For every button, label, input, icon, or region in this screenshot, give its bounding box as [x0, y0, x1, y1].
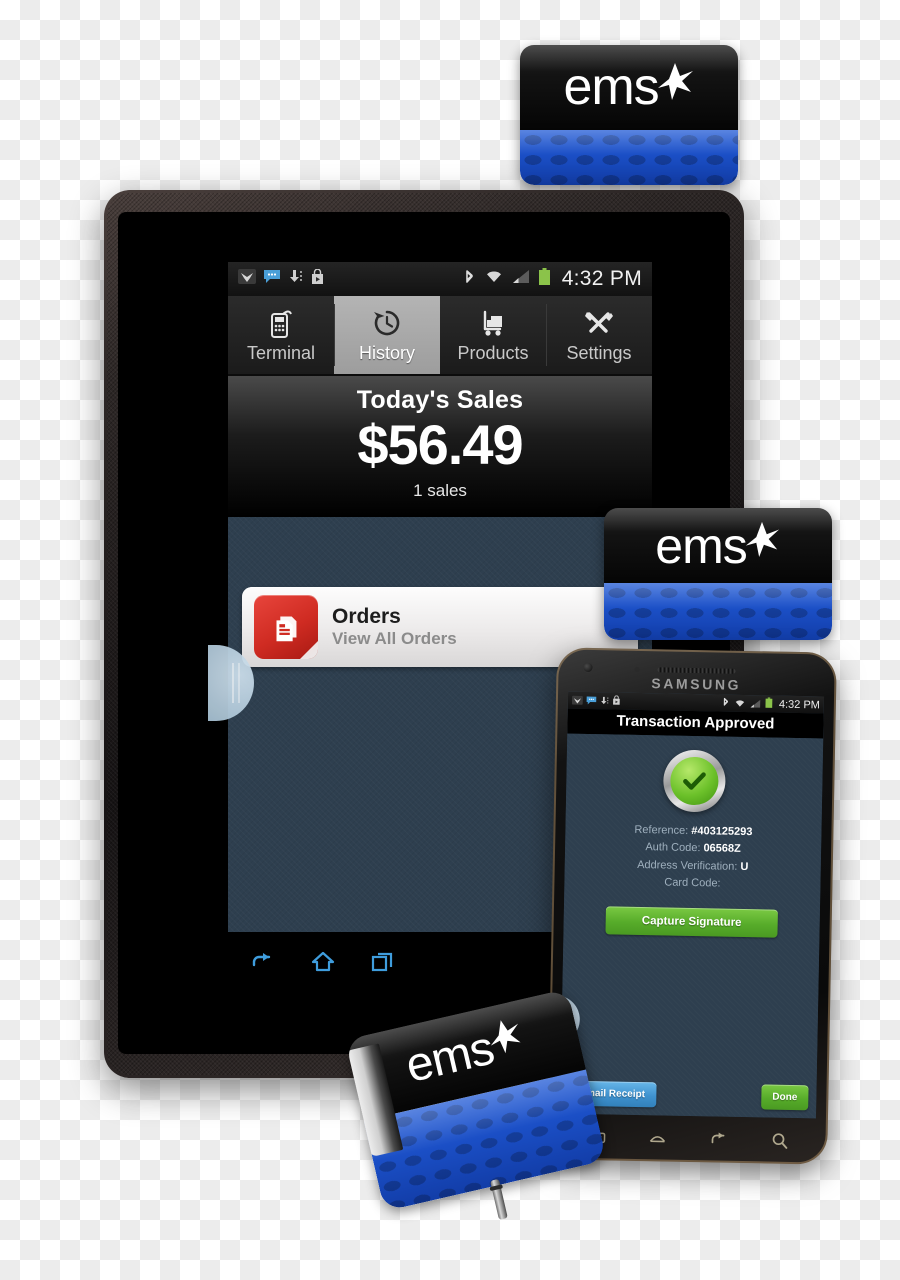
capture-signature-button[interactable]: Capture Signature [605, 906, 779, 938]
tab-terminal[interactable]: Terminal [228, 296, 334, 374]
ems-logo-text: ems [563, 57, 659, 116]
battery-icon [538, 267, 551, 291]
sales-amount: $56.49 [357, 413, 523, 476]
transaction-result-body: Reference: #403125293 Auth Code: 06568Z … [559, 733, 824, 1119]
card-terminal-icon [264, 306, 298, 340]
home-icon[interactable] [310, 949, 336, 975]
sms-message-icon [586, 692, 597, 710]
sales-count: 1 sales [413, 481, 467, 500]
tools-wrench-icon [582, 306, 616, 340]
approved-status-wrap [574, 748, 815, 815]
reader-body: ems [520, 45, 738, 185]
earpiece-grille [657, 667, 736, 674]
ems-card-reader-top: ems [520, 45, 738, 185]
cellular-signal-icon [512, 269, 530, 289]
tab-terminal-label: Terminal [246, 343, 316, 363]
ems-logo: ems [655, 517, 780, 574]
tablet-tab-bar: Terminal History Products Settings [228, 296, 652, 376]
tab-history-label: History [358, 343, 415, 363]
sales-title: Today's Sales [356, 386, 524, 414]
play-store-icon [612, 692, 621, 710]
phone-screen: 4:32 PM Transaction Approved Reference: … [559, 691, 825, 1119]
wifi-icon [484, 269, 504, 289]
bluetooth-icon [722, 694, 730, 712]
download-icon [600, 692, 609, 710]
bluetooth-icon [463, 268, 476, 291]
proximity-sensor-icon [634, 666, 640, 672]
tab-products[interactable]: Products [440, 296, 546, 374]
tab-history[interactable]: History [334, 296, 440, 374]
back-icon[interactable] [250, 949, 276, 975]
recent-apps-icon[interactable] [370, 949, 396, 975]
field-address-verification-label: Address Verification: [637, 858, 738, 873]
reader-body: ems [604, 508, 832, 640]
done-button[interactable]: Done [761, 1084, 809, 1111]
field-reference: Reference: #403125293 [634, 823, 752, 840]
ems-star-icon [655, 61, 695, 101]
ems-logo-text: ems [655, 517, 747, 574]
field-reference-value: #403125293 [691, 824, 753, 839]
phone-action-footer: Email Receipt Done [568, 1080, 809, 1111]
field-reference-label: Reference: [634, 823, 689, 837]
back-icon[interactable] [708, 1129, 728, 1149]
tab-settings[interactable]: Settings [546, 296, 652, 374]
tab-products-label: Products [457, 343, 529, 363]
front-camera-icon [582, 661, 594, 674]
phone-clock: 4:32 PM [778, 698, 820, 711]
samsung-smartphone: SAMSUNG 4:32 PM Transaction Approved Ref… [547, 647, 837, 1165]
composite-product-scene: ems 4:32 PM Terminal History Products Se… [0, 0, 900, 1280]
download-icon [288, 269, 303, 289]
search-icon[interactable] [769, 1131, 789, 1151]
field-auth-code-label: Auth Code: [645, 841, 701, 855]
reader-top-face: ems [604, 508, 832, 584]
approved-checkmark-icon [662, 749, 726, 813]
hand-truck-icon [476, 306, 510, 340]
orders-card-text: Orders View All Orders [332, 605, 457, 650]
tab-settings-label: Settings [566, 343, 632, 363]
clock-history-icon [370, 306, 404, 340]
phone-top-bezel: SAMSUNG [556, 647, 837, 696]
field-address-verification-value: U [740, 860, 749, 873]
reader-top-face: ems [520, 45, 738, 131]
network-bird-icon [571, 692, 583, 710]
field-card-code-label: Card Code: [664, 876, 721, 890]
orders-card-subtitle: View All Orders [332, 628, 457, 648]
wifi-icon [734, 694, 746, 712]
ems-star-icon [743, 520, 781, 558]
battery-icon [765, 695, 773, 713]
field-address-verification: Address Verification: U [637, 858, 749, 874]
field-auth-code: Auth Code: 06568Z [645, 840, 741, 856]
sms-message-icon [263, 269, 281, 289]
field-auth-code-value: 06568Z [703, 842, 741, 856]
audio-jack-connector [490, 1178, 508, 1220]
ems-logo-text: ems [401, 1021, 499, 1094]
ems-star-icon [483, 1015, 526, 1058]
orders-card-title: Orders [332, 604, 401, 628]
play-store-icon [310, 268, 325, 290]
orders-document-icon [254, 595, 318, 659]
field-card-code: Card Code: [664, 875, 721, 890]
tablet-status-bar: 4:32 PM [228, 262, 652, 296]
home-icon[interactable] [647, 1128, 667, 1148]
reader-grip-bottom [520, 130, 738, 185]
ems-logo: ems [563, 57, 694, 116]
todays-sales-panel: Today's Sales $56.49 1 sales [228, 376, 652, 517]
ems-logo: ems [401, 1020, 528, 1094]
cellular-signal-icon [750, 695, 761, 713]
ems-card-reader-middle: ems [604, 508, 832, 640]
reader-grip-bottom [604, 583, 832, 640]
tablet-clock: 4:32 PM [561, 267, 642, 290]
transaction-fields: Reference: #403125293 Auth Code: 06568Z … [572, 822, 813, 893]
network-bird-icon [238, 269, 256, 289]
